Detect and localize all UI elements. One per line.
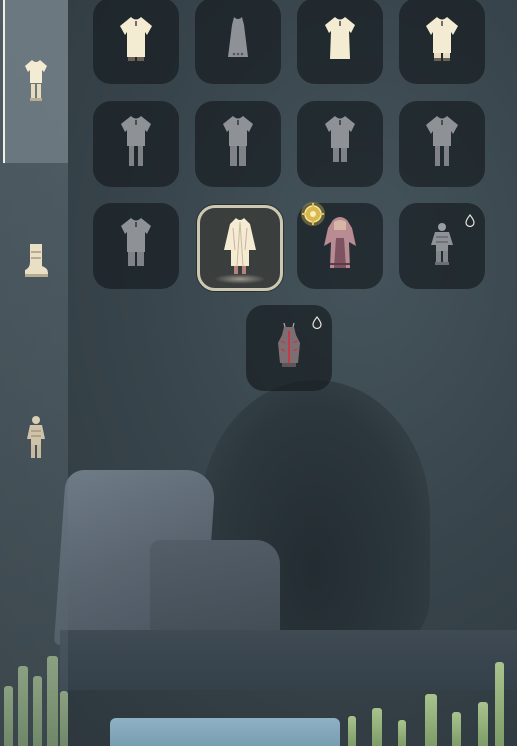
tunic-pants-icon xyxy=(116,112,156,176)
red-ribbon-outfit-icon xyxy=(272,321,306,375)
outfit-slot-9[interactable] xyxy=(93,203,179,289)
outfit-slot-6[interactable] xyxy=(195,101,281,187)
outfit-icon xyxy=(23,57,49,107)
category-sidebar xyxy=(0,0,68,746)
white-coat-icon xyxy=(219,214,261,282)
outfit-slot-11[interactable] xyxy=(297,201,383,289)
robe-icon xyxy=(116,13,156,69)
robe-icon xyxy=(422,13,462,69)
outfit-slot-3[interactable] xyxy=(297,0,383,84)
armored-outfit-icon xyxy=(425,221,459,271)
water-pool xyxy=(110,718,340,746)
candle-drop-icon xyxy=(312,314,322,333)
outfit-slot-10-selected[interactable] xyxy=(197,205,283,291)
tunic-pants-icon xyxy=(116,214,156,278)
shoes-icon xyxy=(22,240,50,284)
tunic-pants-icon xyxy=(320,112,360,176)
outfit-slot-2[interactable] xyxy=(195,0,281,84)
outfit-slot-13[interactable] xyxy=(246,305,332,391)
robe-icon xyxy=(320,13,360,69)
tunic-pants-icon xyxy=(218,112,258,176)
outfit-slot-8[interactable] xyxy=(399,101,485,187)
outfit-slot-5[interactable] xyxy=(93,101,179,187)
candle-drop-icon xyxy=(465,212,475,231)
tab-outfit[interactable] xyxy=(3,0,68,163)
rock-ledge xyxy=(60,630,517,690)
outfit-slot-1[interactable] xyxy=(93,0,179,84)
rock-step xyxy=(150,540,280,635)
gold-gear-icon xyxy=(300,201,326,231)
tab-full-body[interactable] xyxy=(3,410,68,470)
dress-icon xyxy=(218,13,258,69)
tunic-pants-icon xyxy=(422,112,462,176)
outfit-slot-7[interactable] xyxy=(297,101,383,187)
full-body-outfit-icon xyxy=(23,415,49,465)
outfit-slot-4[interactable] xyxy=(399,0,485,84)
tab-shoes[interactable] xyxy=(3,232,68,292)
outfit-slot-12[interactable] xyxy=(399,203,485,289)
